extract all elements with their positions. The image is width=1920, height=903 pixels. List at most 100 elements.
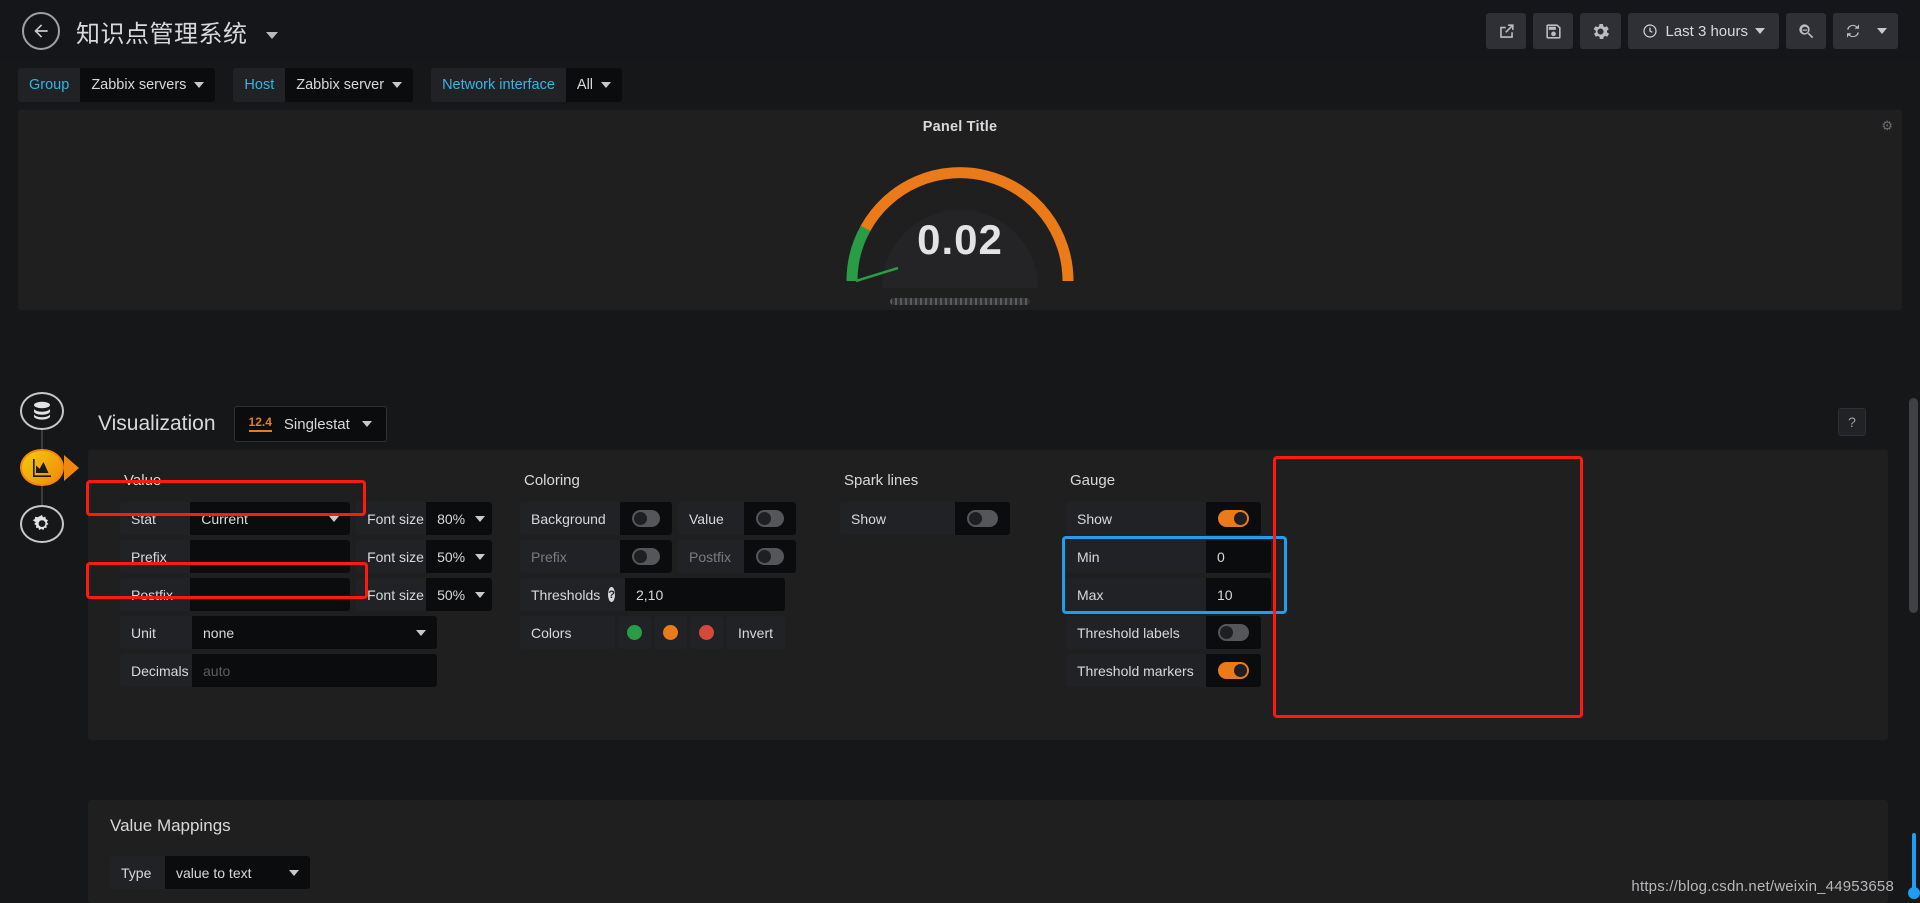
visualization-type-value: Singlestat	[283, 415, 350, 433]
invert-colors-button[interactable]: Invert	[726, 616, 786, 649]
sparklines-show-toggle[interactable]	[955, 502, 1010, 535]
variable-network-interface-value-text: All	[576, 77, 594, 93]
stat-font-size-value: 80%	[437, 510, 466, 527]
postfix-font-size-value: 50%	[437, 586, 466, 603]
sparklines-show-field[interactable]: Show	[840, 502, 1010, 535]
gauge-max-field[interactable]: Max 10	[1066, 578, 1271, 611]
postfix-font-size-field[interactable]: Font size 50%	[356, 578, 492, 611]
value-options-column: Value Stat Current Font size 80% Prefix …	[86, 472, 506, 714]
coloring-value-toggle[interactable]	[744, 502, 796, 535]
chevron-down-icon[interactable]	[1755, 28, 1765, 34]
unit-select[interactable]: none	[192, 616, 437, 649]
postfix-field[interactable]: Postfix	[120, 578, 351, 611]
thresholds-field[interactable]: Thresholds ? 2,10	[520, 578, 785, 611]
mapping-type-select[interactable]: value to text	[165, 856, 310, 889]
gauge-show-label: Show	[1066, 502, 1206, 535]
postfix-input[interactable]	[190, 578, 351, 611]
stat-field[interactable]: Stat Current	[120, 502, 351, 535]
variable-host-value[interactable]: Zabbix server	[285, 68, 414, 102]
variable-group-value[interactable]: Zabbix servers	[80, 68, 216, 102]
coloring-postfix-switch	[756, 548, 784, 565]
chevron-down-icon	[416, 629, 426, 636]
scrollbar-thumb[interactable]	[1909, 398, 1918, 613]
time-range-picker[interactable]: Last 3 hours	[1628, 13, 1779, 49]
rail-item-queries[interactable]	[20, 392, 64, 430]
coloring-prefix-row: Prefix Postfix	[520, 540, 812, 573]
help-button[interactable]: ?	[1838, 408, 1866, 436]
decimals-input[interactable]: auto	[192, 654, 437, 687]
variable-network-interface-value[interactable]: All	[565, 68, 623, 102]
mapping-type-field[interactable]: Type value to text	[110, 856, 310, 889]
sparklines-show-label: Show	[840, 502, 955, 535]
colors-row: Colors Invert	[520, 616, 812, 649]
gauge-min-label: Min	[1066, 540, 1206, 573]
coloring-options-column: Coloring Background Value Prefix Postfix…	[86, 472, 826, 714]
zoom-out-icon	[1798, 23, 1813, 38]
stat-label: Stat	[120, 502, 191, 535]
zoom-out-button[interactable]	[1786, 13, 1826, 49]
visualization-type-select[interactable]: 12.4 Singlestat	[233, 406, 387, 442]
prefix-font-size-select[interactable]: 50%	[426, 540, 492, 573]
rail-item-general[interactable]	[20, 505, 64, 544]
panel-title[interactable]: Panel Title	[18, 110, 1902, 135]
dashboard-settings-button[interactable]	[1580, 13, 1622, 49]
variable-host-label: Host	[233, 68, 286, 102]
prefix-row: Prefix Font size 50%	[120, 540, 492, 573]
background-toggle[interactable]	[620, 502, 672, 535]
prefix-input[interactable]	[190, 540, 351, 573]
thresholds-help-icon[interactable]: ?	[608, 587, 615, 602]
panel-resize-handle[interactable]	[890, 298, 1030, 305]
gauge-min-field[interactable]: Min 0	[1066, 540, 1271, 573]
gauge-threshold-markers-label: Threshold markers	[1066, 654, 1206, 687]
share-button[interactable]	[1486, 13, 1527, 49]
share-icon	[1500, 23, 1514, 38]
save-icon	[1546, 23, 1561, 39]
gear-wrench-icon	[32, 515, 49, 531]
dashboard-title-wrap[interactable]: 知识点管理系统	[76, 14, 278, 49]
color-swatch-green[interactable]	[618, 616, 651, 649]
sparklines-show-switch	[967, 510, 998, 527]
refresh-button[interactable]	[1833, 22, 1873, 40]
stat-font-size-select[interactable]: 80%	[426, 502, 492, 535]
chevron-down-icon	[392, 82, 403, 88]
color-swatch-red[interactable]	[690, 616, 723, 649]
watermark-url: https://blog.csdn.net/weixin_44953658	[1631, 878, 1894, 895]
gauge-min-input[interactable]: 0	[1206, 540, 1271, 573]
stat-font-size-field[interactable]: Font size 80%	[356, 502, 492, 535]
gauge-threshold-labels-toggle[interactable]	[1206, 616, 1261, 649]
postfix-font-size-select[interactable]: 50%	[426, 578, 492, 611]
database-icon	[34, 401, 50, 420]
gauge-show-field[interactable]: Show	[1066, 502, 1261, 535]
coloring-prefix-toggle[interactable]	[620, 540, 672, 573]
coloring-prefix-field[interactable]: Prefix	[520, 540, 672, 573]
prefix-field[interactable]: Prefix	[120, 540, 351, 573]
prefix-font-size-field[interactable]: Font size 50%	[356, 540, 492, 573]
gauge-max-input[interactable]: 10	[1206, 578, 1271, 611]
navbar-actions: Last 3 hours	[1486, 13, 1898, 49]
coloring-value-switch	[756, 510, 784, 527]
unit-field[interactable]: Unit none	[120, 616, 437, 649]
panel-menu-icon[interactable]: ⚙	[1881, 118, 1893, 134]
color-swatch-orange[interactable]	[654, 616, 687, 649]
value-color-toggle-field[interactable]: Value	[678, 502, 796, 535]
rail-item-visualization[interactable]	[20, 448, 64, 487]
back-button[interactable]	[22, 12, 60, 50]
background-toggle-field[interactable]: Background	[520, 502, 672, 535]
refresh-interval-dropdown[interactable]	[1873, 28, 1898, 34]
editor-scrollbar[interactable]	[1909, 398, 1918, 878]
chevron-down-icon[interactable]	[265, 31, 278, 39]
gauge-threshold-markers-field[interactable]: Threshold markers	[1066, 654, 1261, 687]
variable-network-interface: Network interface All	[431, 68, 623, 102]
variable-group-value-text: Zabbix servers	[91, 77, 187, 93]
thresholds-input[interactable]: 2,10	[625, 578, 785, 611]
save-button[interactable]	[1533, 13, 1574, 49]
coloring-postfix-field[interactable]: Postfix	[678, 540, 796, 573]
gauge-show-toggle[interactable]	[1206, 502, 1261, 535]
variable-group: Group Zabbix servers	[18, 68, 216, 102]
stat-select[interactable]: Current	[190, 502, 351, 535]
coloring-postfix-toggle[interactable]	[744, 540, 796, 573]
gauge-threshold-labels-field[interactable]: Threshold labels	[1066, 616, 1261, 649]
value-mappings-title: Value Mappings	[110, 816, 231, 835]
gauge-threshold-markers-toggle[interactable]	[1206, 654, 1261, 687]
decimals-field[interactable]: Decimals auto	[120, 654, 437, 687]
